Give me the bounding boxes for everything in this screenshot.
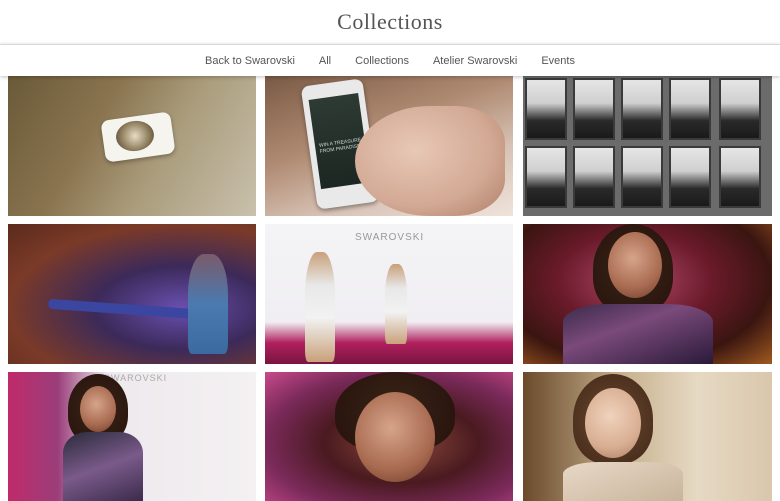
grid-photo	[525, 146, 567, 208]
gallery-tile-closeup[interactable]	[265, 372, 513, 501]
face	[585, 388, 641, 458]
grid-photo	[573, 146, 615, 208]
face	[608, 232, 662, 298]
nav-events[interactable]: Events	[541, 55, 575, 67]
page-header: Collections	[0, 0, 780, 44]
nav-collections[interactable]: Collections	[355, 55, 409, 67]
runway-model	[305, 252, 335, 362]
runway-model	[385, 264, 407, 344]
grid-photo	[719, 78, 761, 140]
grid-photo	[573, 78, 615, 140]
gallery-tile-bracelet[interactable]	[8, 76, 256, 216]
grid-photo	[719, 146, 761, 208]
gallery-tile-photo-grid[interactable]	[523, 76, 772, 216]
nav-all[interactable]: All	[319, 55, 331, 67]
grid-photo	[621, 146, 663, 208]
gallery-tile-runway[interactable]: SWAROVSKI	[265, 224, 513, 364]
grid-photo	[669, 78, 711, 140]
gallery-tile-runway-model[interactable]: SWAROVSKI	[8, 372, 256, 501]
dress	[563, 304, 713, 364]
grid-photo	[525, 78, 567, 140]
grid-photo	[621, 78, 663, 140]
grid-photo	[669, 146, 711, 208]
top	[563, 462, 683, 501]
top-navigation: Back to Swarovski All Collections Atelie…	[0, 44, 780, 76]
gallery-tile-dancer[interactable]	[8, 224, 256, 364]
gallery-tile-smiling-woman[interactable]	[523, 372, 772, 501]
runway-brand-text: SWAROVSKI	[355, 232, 425, 243]
dancer	[188, 254, 228, 354]
face	[80, 386, 116, 432]
gallery-tile-smartphone[interactable]: WIN A TREASURE FROM PARADISE	[265, 76, 513, 216]
gallery-tile-ring[interactable]	[523, 224, 772, 364]
nav-atelier-swarovski[interactable]: Atelier Swarovski	[433, 55, 517, 67]
page-title: Collections	[337, 9, 443, 34]
face	[355, 392, 435, 482]
nav-back-to-swarovski[interactable]: Back to Swarovski	[205, 55, 295, 67]
hand	[355, 106, 505, 216]
dress	[63, 432, 143, 501]
